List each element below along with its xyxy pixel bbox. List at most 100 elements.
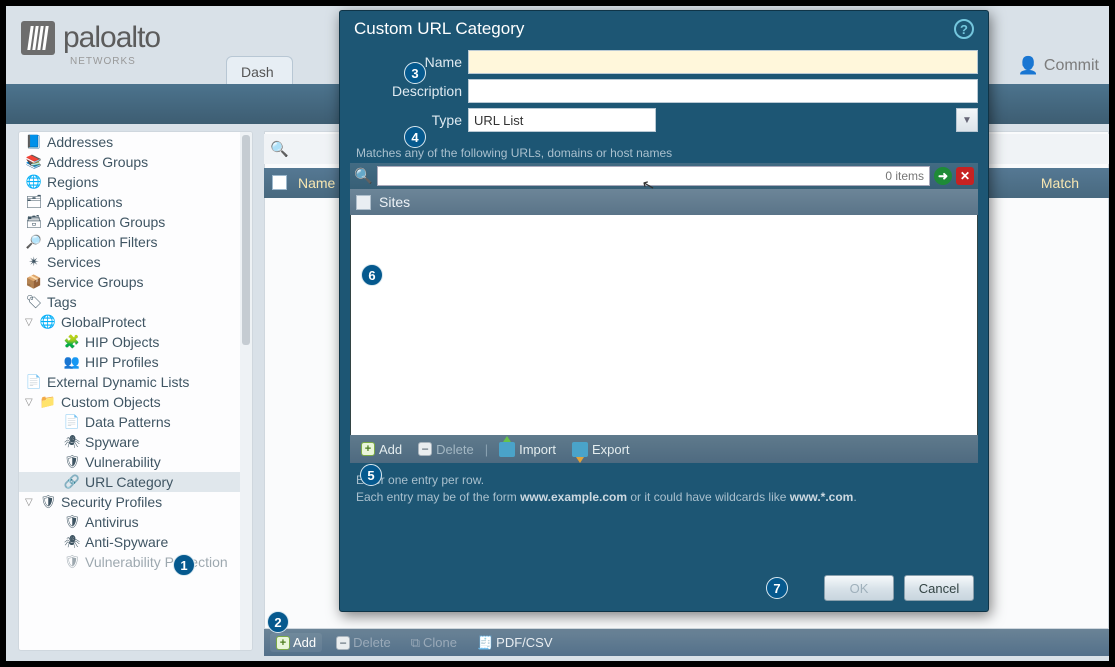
anti-spyware-icon: 🕷 <box>63 534 81 550</box>
callout-4: 4 <box>404 126 426 148</box>
footer-label: Add <box>293 635 316 650</box>
dialog-titlebar: Custom URL Category ? <box>340 11 988 41</box>
sidebar-label: Applications <box>47 194 123 210</box>
cancel-button[interactable]: Cancel <box>904 575 974 601</box>
sidebar-label: Data Patterns <box>85 414 171 430</box>
custom-objects-icon: 📁 <box>39 394 57 410</box>
sidebar-item-address-groups[interactable]: 📚Address Groups <box>19 152 242 172</box>
sidebar-item-hip-profiles[interactable]: 👥HIP Profiles <box>19 352 242 372</box>
sites-header: Sites <box>350 189 978 215</box>
sidebar-label: Services <box>47 254 101 270</box>
sidebar-label: Service Groups <box>47 274 143 290</box>
app-groups-icon: 🗃 <box>25 214 43 230</box>
sidebar-item-url-category[interactable]: 🔗URL Category <box>19 472 242 492</box>
sidebar-label: Application Groups <box>47 214 165 230</box>
sidebar-label: Address Groups <box>47 154 148 170</box>
sidebar-item-spyware[interactable]: 🕷Spyware <box>19 432 242 452</box>
sidebar-group-custom-objects[interactable]: ▽📁Custom Objects <box>19 392 242 412</box>
entry-hint-2: Each entry may be of the form www.exampl… <box>356 490 978 504</box>
sites-add-button[interactable]: +Add <box>356 441 407 458</box>
help-icon[interactable]: ? <box>954 19 974 39</box>
sidebar-label: Vulnerability Protection <box>85 554 228 570</box>
brand-name: paloalto <box>63 21 160 55</box>
sites-delete-button[interactable]: −Delete <box>413 441 479 458</box>
sidebar-item-service-groups[interactable]: 📦Service Groups <box>19 272 242 292</box>
sidebar-label: HIP Profiles <box>85 354 159 370</box>
sidebar-item-edl[interactable]: 📄External Dynamic Lists <box>19 372 242 392</box>
globalprotect-icon: 🌐 <box>39 314 57 330</box>
sidebar-label: Application Filters <box>47 234 158 250</box>
sidebar-item-tags[interactable]: 🏷Tags <box>19 292 242 312</box>
select-all-checkbox[interactable] <box>272 175 287 190</box>
sidebar-item-antivirus[interactable]: 🛡Antivirus <box>19 512 242 532</box>
sidebar-scrollbar[interactable] <box>240 132 252 650</box>
search-icon[interactable]: 🔍 <box>270 140 289 158</box>
sidebar-item-hip-objects[interactable]: 🧩HIP Objects <box>19 332 242 352</box>
footer-clone-button[interactable]: ⧉Clone <box>405 633 463 653</box>
scrollbar-thumb[interactable] <box>242 135 250 345</box>
sites-search-bar: 🔍 ➜ ✕ <box>350 163 978 189</box>
commit-button[interactable]: 👤 Commit <box>1018 56 1099 76</box>
services-icon: ✴ <box>25 254 43 270</box>
sites-export-button[interactable]: Export <box>567 441 635 458</box>
footer-delete-button[interactable]: −Delete <box>330 633 397 652</box>
sidebar-item-regions[interactable]: 🌐Regions <box>19 172 242 192</box>
search-icon[interactable]: 🔍 <box>354 167 373 185</box>
sidebar-item-addresses[interactable]: 📘Addresses <box>19 132 242 152</box>
type-dropdown[interactable] <box>468 108 656 132</box>
sidebar-group-security-profiles[interactable]: ▽🛡Security Profiles <box>19 492 242 512</box>
description-label: Description <box>350 83 468 99</box>
callout-7: 7 <box>766 577 788 599</box>
sites-import-button[interactable]: Import <box>494 441 561 458</box>
vulnerability-icon: 🛡 <box>63 454 81 470</box>
tab-bar: Dash <box>226 56 293 87</box>
name-input[interactable] <box>468 50 978 74</box>
sidebar-item-vuln-protection[interactable]: 🛡Vulnerability Protection <box>19 552 242 572</box>
security-profiles-icon: 🛡 <box>39 494 57 510</box>
plus-icon: + <box>361 442 375 456</box>
custom-url-category-dialog: Custom URL Category ? Name Description T… <box>339 10 989 612</box>
sidebar-item-vulnerability[interactable]: 🛡Vulnerability <box>19 452 242 472</box>
chevron-down-icon[interactable]: ▼ <box>956 108 978 132</box>
apply-filter-icon[interactable]: ➜ <box>934 167 952 185</box>
sidebar-item-app-filters[interactable]: 🔎Application Filters <box>19 232 242 252</box>
service-groups-icon: 📦 <box>25 274 43 290</box>
sidebar-item-services[interactable]: ✴Services <box>19 252 242 272</box>
sidebar-label: Tags <box>47 294 77 310</box>
data-patterns-icon: 📄 <box>63 414 81 430</box>
sidebar-group-globalprotect[interactable]: ▽🌐GlobalProtect <box>19 312 242 332</box>
callout-3: 3 <box>404 62 426 84</box>
clear-filter-icon[interactable]: ✕ <box>956 167 974 185</box>
dialog-title: Custom URL Category <box>354 19 524 39</box>
clone-icon: ⧉ <box>411 635 420 651</box>
regions-icon: 🌐 <box>25 174 43 190</box>
footer-pdf-button[interactable]: 🧾PDF/CSV <box>471 633 559 653</box>
expand-icon: ▽ <box>25 497 37 508</box>
tags-icon: 🏷 <box>25 294 43 310</box>
sidebar-item-data-patterns[interactable]: 📄Data Patterns <box>19 412 242 432</box>
sites-header-label: Sites <box>379 194 410 210</box>
sidebar-item-anti-spyware[interactable]: 🕷Anti-Spyware <box>19 532 242 552</box>
url-category-icon: 🔗 <box>63 474 81 490</box>
tab-dashboard[interactable]: Dash <box>226 56 293 87</box>
sites-select-all-checkbox[interactable] <box>356 195 371 210</box>
ok-button[interactable]: OK <box>824 575 894 601</box>
column-name[interactable]: Name <box>298 175 335 191</box>
callout-6: 6 <box>361 264 383 286</box>
brand-logo: paloalto <box>21 21 160 55</box>
antivirus-icon: 🛡 <box>63 514 81 530</box>
footer-add-button[interactable]: +Add <box>270 633 322 652</box>
sidebar-label: GlobalProtect <box>61 314 146 330</box>
sidebar-label: Vulnerability <box>85 454 161 470</box>
address-groups-icon: 📚 <box>25 154 43 170</box>
sidebar-item-app-groups[interactable]: 🗃Application Groups <box>19 212 242 232</box>
sidebar-label: Anti-Spyware <box>85 534 168 550</box>
footer-toolbar: +Add −Delete ⧉Clone 🧾PDF/CSV <box>264 629 1109 656</box>
column-match[interactable]: Match <box>1041 175 1079 191</box>
sidebar-item-applications[interactable]: 🗂Applications <box>19 192 242 212</box>
applications-icon: 🗂 <box>25 194 43 210</box>
sidebar-label: Custom Objects <box>61 394 161 410</box>
description-input[interactable] <box>468 79 978 103</box>
sidebar-label: Security Profiles <box>61 494 162 510</box>
sites-list[interactable] <box>350 215 978 435</box>
